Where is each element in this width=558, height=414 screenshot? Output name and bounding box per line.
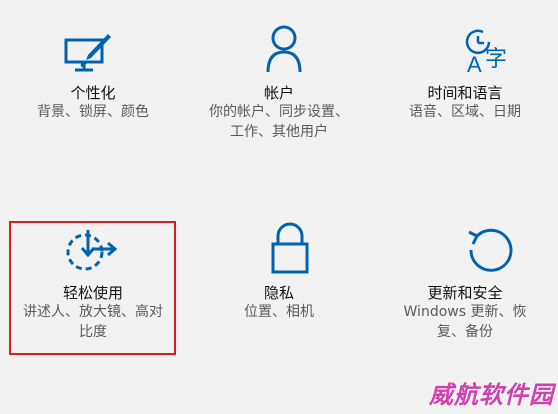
tile-description-line: 比度: [79, 324, 107, 340]
tile-update-security[interactable]: 更新和安全 Windows 更新、恢 复、备份: [372, 214, 558, 364]
tile-ease-of-access[interactable]: 轻松使用 讲述人、放大镜、高对 比度: [0, 214, 186, 364]
tile-description-line: 语音、区域、日期: [409, 104, 521, 120]
tile-description-line: 复、备份: [437, 324, 493, 340]
tile-time-language[interactable]: A 字 时间和语言 语音、区域、日期: [372, 0, 558, 180]
tile-description-line: 位置、相机: [244, 304, 314, 320]
tile-privacy[interactable]: 隐私 位置、相机: [186, 214, 372, 364]
ease-of-access-icon: [66, 230, 118, 271]
tile-accounts[interactable]: 帐户 你的帐户、同步设置、 工作、其他用户: [186, 0, 372, 180]
personalization-monitor-brush-icon: [64, 34, 111, 72]
tile-description-line: 你的帐户、同步设置、: [209, 104, 349, 120]
tile-description-line: 工作、其他用户: [230, 124, 328, 140]
update-refresh-icon: [468, 228, 513, 272]
tile-description-line: Windows 更新、恢: [403, 304, 527, 320]
watermark: 威航软件园: [429, 380, 554, 409]
svg-text:字: 字: [485, 47, 507, 72]
time-language-icon: A 字: [465, 29, 507, 74]
tile-description-line: 背景、锁屏、颜色: [37, 104, 149, 120]
tile-title: 时间和语言: [427, 84, 503, 102]
tile-personalization[interactable]: 个性化 背景、锁屏、颜色: [0, 0, 186, 180]
account-person-icon: [266, 25, 302, 73]
tile-title: 隐私: [263, 284, 294, 302]
privacy-lock-icon: [271, 222, 309, 274]
tile-description-line: 讲述人、放大镜、高对: [23, 304, 163, 320]
tile-title: 帐户: [263, 84, 294, 102]
svg-text:A: A: [467, 52, 482, 74]
tile-title: 轻松使用: [62, 284, 123, 302]
tile-title: 更新和安全: [427, 284, 503, 302]
tile-title: 个性化: [70, 84, 116, 102]
